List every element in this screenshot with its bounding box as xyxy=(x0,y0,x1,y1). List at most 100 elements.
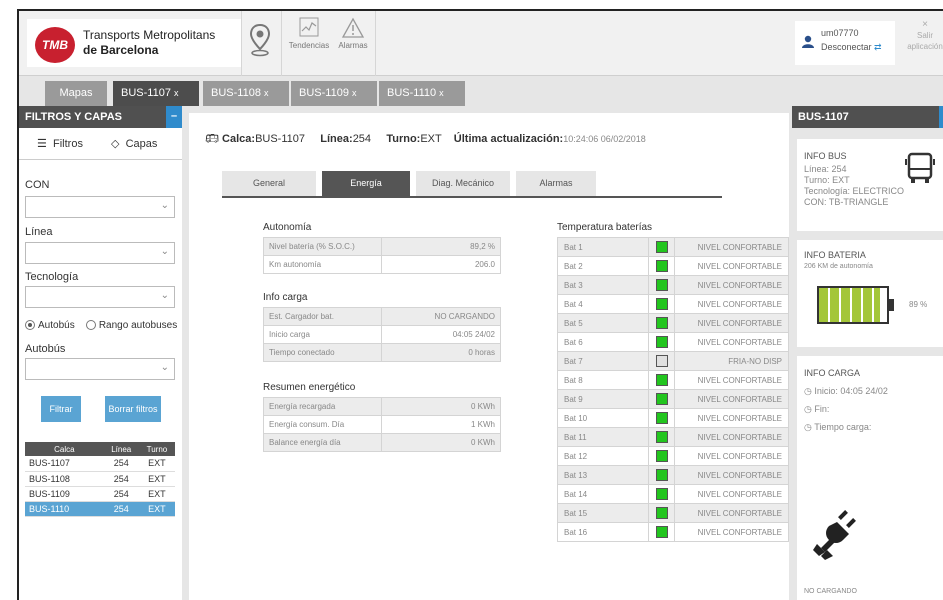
tecnologia-select[interactable]: ⌄ xyxy=(25,286,175,308)
kv-key: Est. Cargador bat. xyxy=(269,312,334,321)
linea-select[interactable]: ⌄ xyxy=(25,242,175,264)
info-bus-title: INFO BUS xyxy=(804,151,847,161)
battery-row: Bat 14 NIVEL CONFORTABLE xyxy=(558,485,788,504)
close-tab-icon[interactable]: x xyxy=(264,88,269,98)
close-tab-icon[interactable]: x xyxy=(174,88,179,98)
kv-row: Km autonomía 206.0 xyxy=(264,256,500,274)
tab-bus-1109[interactable]: BUS-1109 x xyxy=(291,81,377,106)
info-carga-card: INFO CARGA ◷ Inicio: 04:05 24/02 ◷ Fin: … xyxy=(797,356,943,600)
autonomia-title: Autonomía xyxy=(263,222,312,233)
filter-button[interactable]: Filtrar xyxy=(41,396,81,422)
autonomia-table: Nivel batería (% S.O.C.) 89,2 % Km autono… xyxy=(263,237,501,274)
brand-name-line1: Transports Metropolitans xyxy=(83,28,216,42)
kv-key: Km autonomía xyxy=(269,260,322,269)
linea-value: 254 xyxy=(352,133,372,145)
table-row[interactable]: BUS-1109 254 EXT xyxy=(25,486,175,502)
battery-status: NIVEL CONFORTABLE xyxy=(697,376,782,385)
map-pin-button[interactable] xyxy=(247,23,273,59)
cell-turno: EXT xyxy=(138,501,175,517)
battery-row: Bat 9 NIVEL CONFORTABLE xyxy=(558,390,788,409)
status-square-icon xyxy=(656,450,668,462)
table-row[interactable]: BUS-1108 254 EXT xyxy=(25,471,175,487)
chevron-down-icon: ⌄ xyxy=(160,362,169,373)
header: TMB Transports Metropolitans de Barcelon… xyxy=(19,11,943,76)
exit-app-button[interactable]: × Salir aplicación xyxy=(905,19,943,52)
tab-bus-1110[interactable]: BUS-1110 x xyxy=(379,81,465,106)
battery-status: NIVEL CONFORTABLE xyxy=(697,281,782,290)
close-tab-icon[interactable]: x xyxy=(439,88,444,98)
kv-row: Energía consum. Día 1 KWh xyxy=(264,416,500,434)
tab-bus-1107[interactable]: BUS-1107 x xyxy=(113,81,199,106)
kv-row: Nivel batería (% S.O.C.) 89,2 % xyxy=(264,238,500,256)
battery-name: Bat 3 xyxy=(564,281,583,290)
battery-status: NIVEL CONFORTABLE xyxy=(697,471,782,480)
chevron-down-icon: ⌄ xyxy=(160,290,169,301)
chevron-down-icon: ⌄ xyxy=(160,246,169,257)
battery-row: Bat 4 NIVEL CONFORTABLE xyxy=(558,295,788,314)
battery-status: NIVEL CONFORTABLE xyxy=(697,433,782,442)
con-label: CON xyxy=(25,179,50,191)
disconnect-label: Desconectar xyxy=(821,42,872,52)
exit-label-1: Salir xyxy=(916,31,933,40)
summary-panel-header: BUS-1107 xyxy=(792,106,943,128)
con-select[interactable]: ⌄ xyxy=(25,196,175,218)
user-avatar-icon xyxy=(802,35,814,48)
battery-status: NIVEL CONFORTABLE xyxy=(697,452,782,461)
trends-button[interactable]: Tendencias xyxy=(285,17,333,50)
battery-row: Bat 1 NIVEL CONFORTABLE xyxy=(558,238,788,257)
subtab-capas[interactable]: ◇ Capas xyxy=(111,137,157,150)
clock-icon: ◷ xyxy=(804,386,812,396)
collapse-panel-button[interactable] xyxy=(939,106,943,128)
table-row[interactable]: BUS-1107 254 EXT xyxy=(25,456,175,472)
tab-bus-1108[interactable]: BUS-1108 x xyxy=(203,81,289,106)
battery-name: Bat 1 xyxy=(564,243,583,252)
turno-value: EXT xyxy=(420,133,442,145)
collapse-panel-button[interactable]: – xyxy=(166,106,182,128)
cell-linea: 254 xyxy=(103,456,139,472)
table-row-selected[interactable]: BUS-1110 254 EXT xyxy=(25,501,175,517)
subtab-capas-label: Capas xyxy=(125,138,158,150)
cell-turno: EXT xyxy=(138,471,175,487)
battery-row: Bat 10 NIVEL CONFORTABLE xyxy=(558,409,788,428)
status-square-icon xyxy=(656,374,668,386)
document-tabs: Mapas BUS-1107 x BUS-1108 x BUS-1109 x BUS-… xyxy=(19,76,943,106)
calca-value: BUS-1107 xyxy=(255,133,305,145)
cell-linea: 254 xyxy=(103,501,139,517)
map-pin-icon xyxy=(249,23,271,57)
trends-label: Tendencias xyxy=(288,41,330,50)
kv-row: Inicio carga 04:05 24/02 xyxy=(264,326,500,344)
autobus-select[interactable]: ⌄ xyxy=(25,358,175,380)
tab-general[interactable]: General xyxy=(222,171,316,196)
radio-autobus[interactable]: Autobús xyxy=(25,320,75,331)
info-carga-title: Info carga xyxy=(263,292,308,303)
tab-energia[interactable]: Energía xyxy=(322,171,410,196)
tab-alarmas[interactable]: Alarmas xyxy=(516,171,596,196)
close-tab-icon[interactable]: x xyxy=(352,88,357,98)
warning-triangle-icon xyxy=(341,17,365,38)
battery-name: Bat 7 xyxy=(564,357,583,366)
filters-subtabs: ☰ Filtros ◇ Capas xyxy=(19,128,182,160)
tab-diag-mecanico[interactable]: Diag. Mecánico xyxy=(416,171,510,196)
subtab-filtros[interactable]: ☰ Filtros xyxy=(37,137,83,150)
kv-value: 1 KWh xyxy=(470,420,495,429)
cell-calca: BUS-1110 xyxy=(25,501,104,517)
battery-name: Bat 11 xyxy=(564,433,587,442)
tab-label: BUS-1108 xyxy=(211,87,261,99)
exit-label-2: aplicación xyxy=(907,42,943,51)
header-divider xyxy=(375,11,376,76)
clear-filters-button[interactable]: Borrar filtros xyxy=(105,396,161,422)
tab-mapas[interactable]: Mapas xyxy=(45,81,107,106)
disconnect-link[interactable]: Desconectar ⇄ xyxy=(821,42,882,53)
battery-status: NIVEL CONFORTABLE xyxy=(697,509,782,518)
tab-label: BUS-1110 xyxy=(387,87,437,99)
filters-panel-header: FILTROS Y CAPAS – xyxy=(19,106,182,128)
brand-logo: TMB Transports Metropolitans de Barcelon… xyxy=(27,19,241,67)
battery-name: Bat 16 xyxy=(564,528,588,537)
update-label: Última actualización: xyxy=(453,133,564,145)
alarms-button[interactable]: Alarmas xyxy=(335,17,371,50)
column-header: Turno xyxy=(138,442,175,456)
tmb-logo-mark: TMB xyxy=(35,27,75,63)
status-square-icon xyxy=(656,298,668,310)
radio-rango[interactable]: Rango autobuses xyxy=(85,320,177,331)
battery-name: Bat 12 xyxy=(564,452,588,461)
